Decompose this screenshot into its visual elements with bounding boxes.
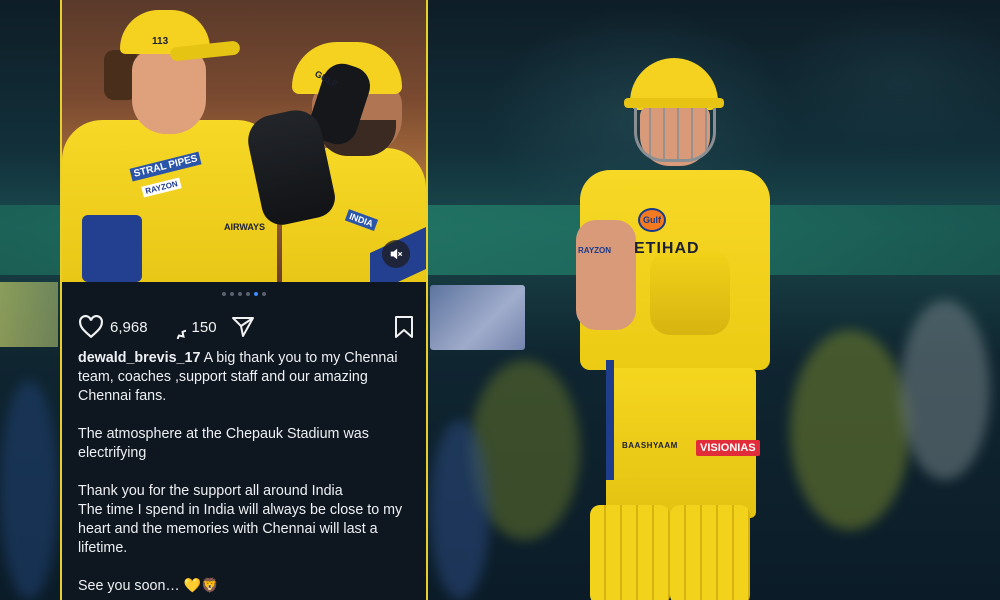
comment-group: 150 <box>162 315 217 339</box>
carousel-dot <box>246 292 250 296</box>
player-arm <box>576 220 636 330</box>
username-link[interactable]: dewald_brevis_17 <box>78 350 200 366</box>
post-actions: 6,968 150 <box>78 314 414 340</box>
caption-text: See you soon… <box>78 578 180 594</box>
post-photo[interactable]: 113 STRAL PIPES RAYZON AIRWAYS GULF INDI… <box>62 0 426 282</box>
emoji-yellow-heart-lion: 💛🦁 <box>183 578 219 594</box>
caption-line: The atmosphere at the Chepauk Stadium wa… <box>78 426 369 461</box>
rayzon-logo: RAYZON <box>578 246 612 255</box>
etihad-logo: ETIHAD <box>634 240 700 257</box>
caption-line: See you soon… 💛🦁 <box>78 577 414 596</box>
carousel-dot <box>222 292 226 296</box>
trouser-stripe <box>606 360 614 480</box>
carousel-dot <box>262 292 266 296</box>
caption-line: Thank you for the support all around Ind… <box>78 483 343 499</box>
caption-line: dewald_brevis_17 A big thank you to my C… <box>78 349 414 406</box>
caption-line: The time I spend in India will always be… <box>78 502 403 556</box>
speaker-muted-icon <box>390 248 403 260</box>
batting-gloves <box>650 250 730 335</box>
stadium-light-panel <box>0 282 58 347</box>
jersey-stripe <box>82 215 142 282</box>
carousel-indicator <box>62 292 426 300</box>
crowd-blur <box>430 420 490 600</box>
caption-gap <box>78 463 414 482</box>
carousel-dot <box>230 292 234 296</box>
like-group: 6,968 <box>78 315 148 339</box>
mute-button[interactable] <box>382 240 410 268</box>
crowd-blur <box>900 300 990 480</box>
send-icon[interactable] <box>231 315 255 339</box>
visionias-logo: VISIONIAS <box>696 440 760 456</box>
gulf-logo: Gulf <box>638 208 666 232</box>
caption-gap <box>78 406 414 425</box>
comment-icon[interactable] <box>162 315 186 339</box>
stadium-screen <box>430 285 525 350</box>
helmet-visor <box>624 98 724 108</box>
instagram-post-card: 113 STRAL PIPES RAYZON AIRWAYS GULF INDI… <box>60 0 428 600</box>
share-group <box>231 315 261 339</box>
player-face <box>132 50 206 134</box>
batting-pad-left <box>590 505 670 600</box>
heart-icon[interactable] <box>78 315 104 339</box>
post-caption: dewald_brevis_17 A big thank you to my C… <box>78 349 414 596</box>
helmet-grill <box>634 106 716 162</box>
like-count: 6,968 <box>110 318 148 336</box>
baashyaam-logo: BAASHYAAM <box>622 441 678 450</box>
bookmark-icon[interactable] <box>394 315 414 339</box>
comment-count: 150 <box>191 318 217 336</box>
carousel-dot <box>238 292 242 296</box>
batsman-figure <box>560 50 790 600</box>
sponsor-text: AIRWAYS <box>224 222 266 232</box>
cap-number: 113 <box>152 36 169 47</box>
carousel-dot <box>254 292 258 296</box>
caption-gap <box>78 558 414 577</box>
crowd-blur <box>0 380 58 600</box>
batting-pad-right <box>670 505 750 600</box>
crowd-blur <box>790 330 910 530</box>
